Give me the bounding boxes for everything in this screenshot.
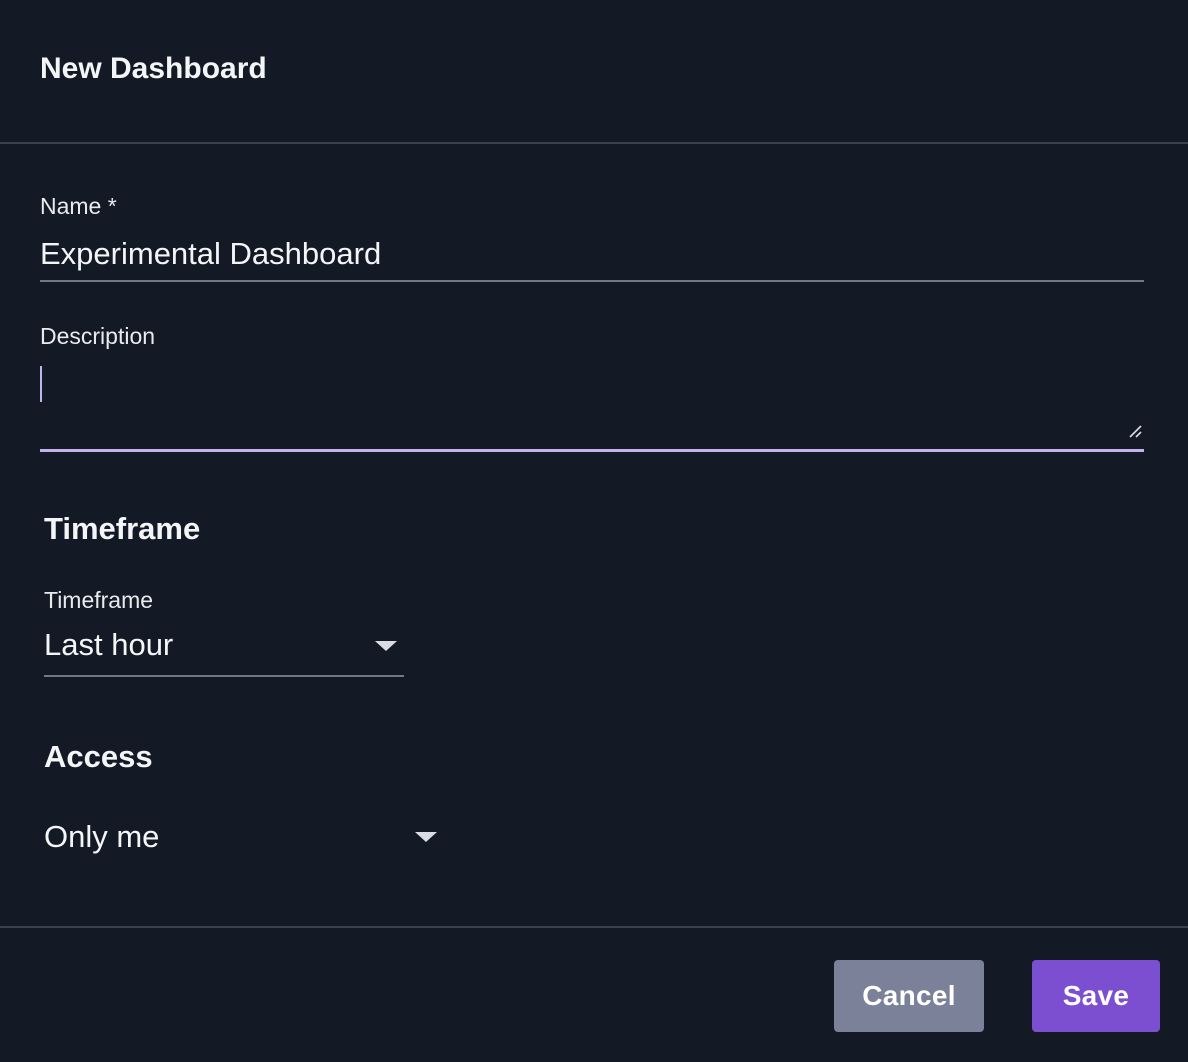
timeframe-select[interactable]: Last hour bbox=[44, 620, 404, 677]
access-selected-value: Only me bbox=[44, 819, 160, 854]
cancel-button[interactable]: Cancel bbox=[834, 960, 984, 1032]
timeframe-section-heading: Timeframe bbox=[44, 511, 201, 546]
description-label: Description bbox=[40, 323, 156, 349]
new-dashboard-dialog: New Dashboard Name * Description Timefra… bbox=[0, 0, 1188, 1062]
timeframe-label: Timeframe bbox=[44, 587, 154, 613]
dialog-title: New Dashboard bbox=[40, 52, 267, 85]
timeframe-selected-value: Last hour bbox=[44, 627, 174, 662]
chevron-down-icon bbox=[415, 832, 437, 842]
description-textarea[interactable] bbox=[40, 358, 1144, 452]
name-label: Name * bbox=[40, 193, 117, 219]
resize-handle-icon[interactable] bbox=[1128, 424, 1142, 438]
name-input[interactable] bbox=[40, 228, 1144, 282]
text-cursor bbox=[40, 366, 42, 402]
dialog-header: New Dashboard bbox=[0, 0, 1188, 144]
dialog-footer: Cancel Save bbox=[0, 926, 1188, 1062]
save-button[interactable]: Save bbox=[1032, 960, 1160, 1032]
access-section-heading: Access bbox=[44, 739, 153, 774]
access-select[interactable]: Only me bbox=[44, 812, 444, 864]
chevron-down-icon bbox=[375, 641, 397, 651]
